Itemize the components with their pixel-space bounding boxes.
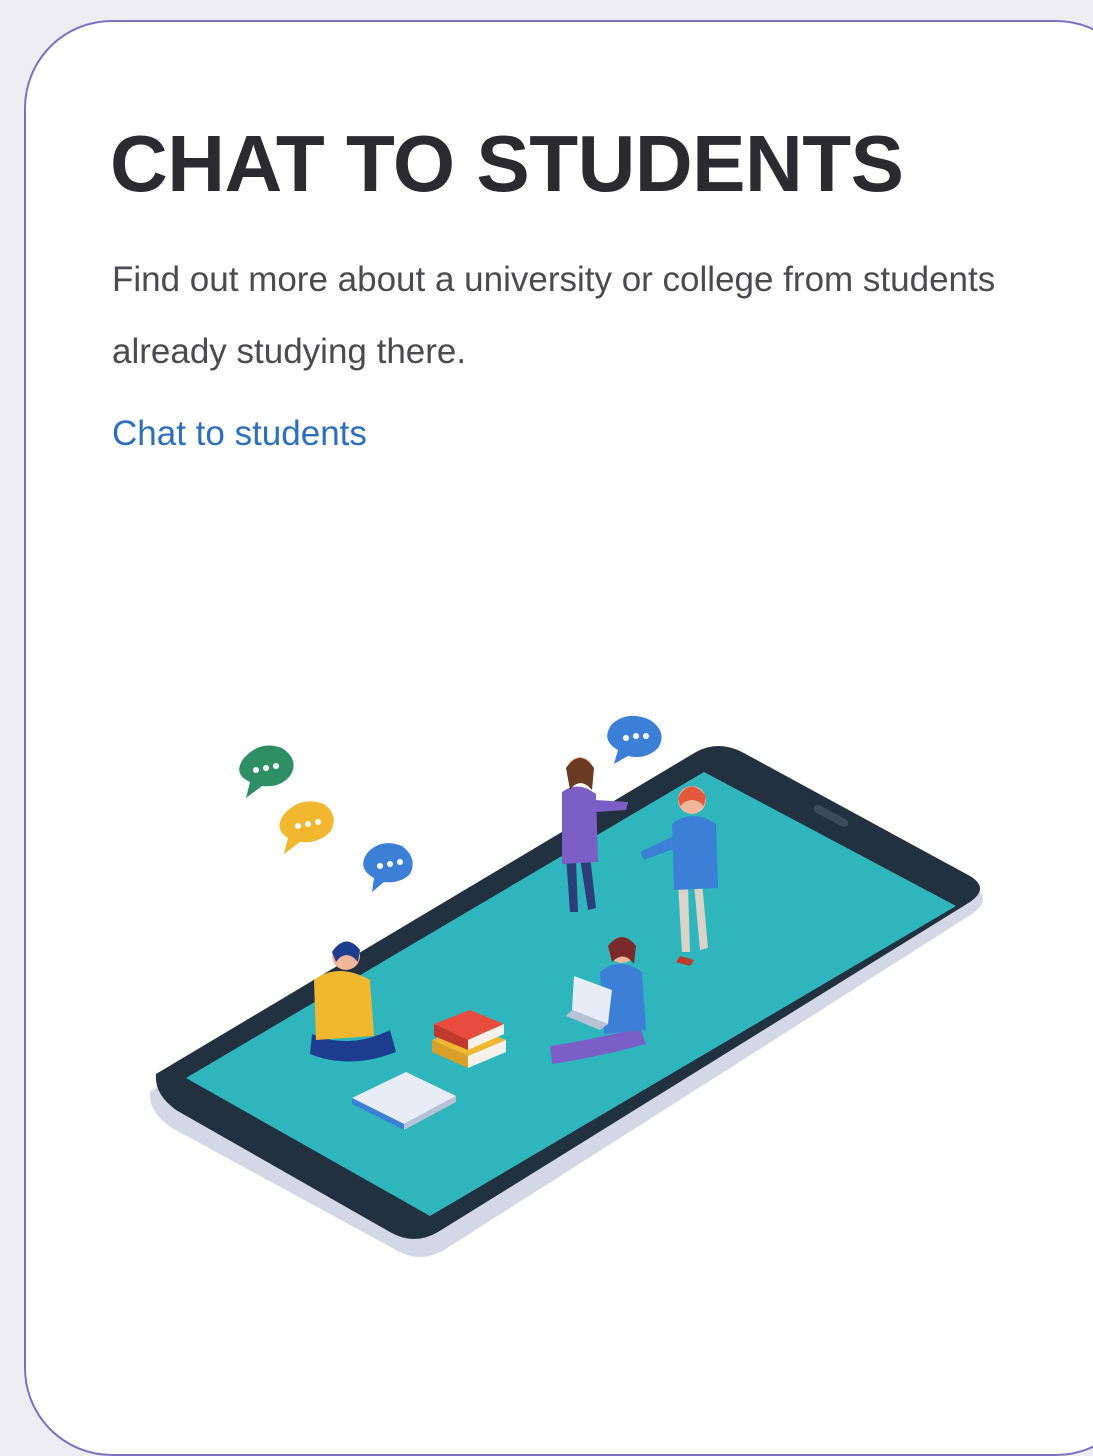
card-description: Find out more about a university or coll… <box>112 260 996 371</box>
chat-to-students-card <box>24 20 1093 1456</box>
card-title: CHAT TO STUDENTS <box>110 119 904 208</box>
chat-to-students-link[interactable]: Chat to students <box>112 406 367 462</box>
